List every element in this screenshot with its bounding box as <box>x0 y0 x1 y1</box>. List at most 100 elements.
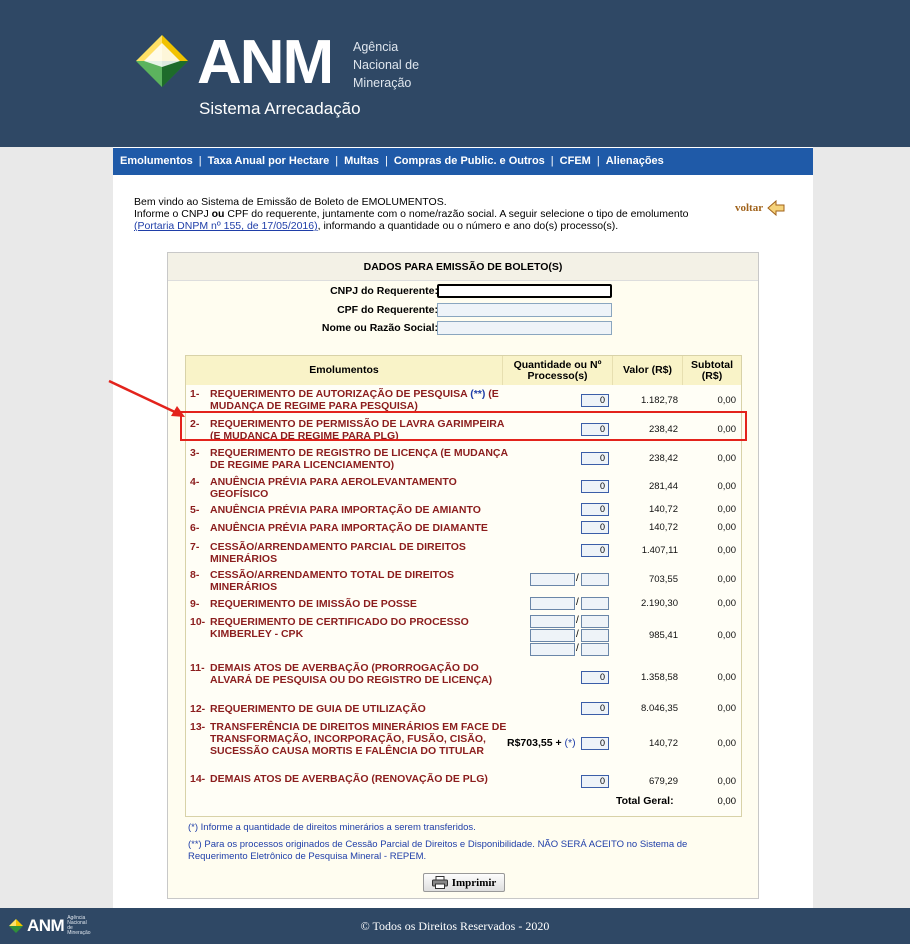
quantity-input[interactable]: 0 <box>581 702 609 715</box>
row-subtotal: 0,00 <box>717 522 737 533</box>
row-description: REQUERIMENTO DE REGISTRO DE LICENÇA (E M… <box>210 447 508 471</box>
row-valor: 281,44 <box>648 481 678 492</box>
nav-item-taxa-anual[interactable]: Taxa Anual por Hectare <box>208 155 330 167</box>
process-year-input[interactable] <box>581 573 609 586</box>
row-subtotal: 0,00 <box>717 453 737 464</box>
tagline-line: Agência <box>353 40 399 54</box>
row-subtotal: 0,00 <box>717 703 737 714</box>
prefix-value: R$703,55 + <box>507 737 565 749</box>
row-valor: 140,72 <box>648 504 678 515</box>
quantity-input[interactable]: 0 <box>581 775 609 788</box>
row-description: DEMAIS ATOS DE AVERBAÇÃO (PRORROGAÇÃO DO… <box>210 662 493 686</box>
row-number: 14- <box>190 773 206 785</box>
row-number: 4- <box>190 476 200 488</box>
quantity-input[interactable]: 0 <box>581 480 609 493</box>
intro-text-part: CPF do requerente, juntamente com o nome… <box>224 208 689 220</box>
cpf-input[interactable] <box>437 303 612 317</box>
row-valor: 1.182,78 <box>641 395 678 406</box>
row-description: ANUÊNCIA PRÉVIA PARA AEROLEVANTAMENTO GE… <box>210 476 457 500</box>
process-year-input[interactable] <box>581 643 609 656</box>
nav-item-cfem[interactable]: CFEM <box>560 155 591 167</box>
red-arrow-icon <box>108 379 185 417</box>
slash-separator: / <box>576 597 579 608</box>
quantity-input[interactable]: 0 <box>581 737 609 750</box>
row-subtotal: 0,00 <box>717 481 737 492</box>
prefix-note: (*) <box>564 737 576 749</box>
nav-item-alienacoes[interactable]: Alienações <box>606 155 664 167</box>
process-number-input[interactable] <box>530 643 575 656</box>
row-description: ANUÊNCIA PRÉVIA PARA IMPORTAÇÃO DE DIAMA… <box>210 522 488 534</box>
tagline-line: Nacional de <box>353 58 420 72</box>
nome-label: Nome ou Razão Social: <box>321 322 438 334</box>
page-header: ANM Agência Nacional de Mineração Sistem… <box>0 0 910 147</box>
row-number: 12- <box>190 703 206 715</box>
row-description: DEMAIS ATOS DE AVERBAÇÃO (RENOVAÇÃO DE P… <box>210 773 488 785</box>
intro-line: Bem vindo ao Sistema de Emissão de Bolet… <box>134 196 447 208</box>
cpf-label: CPF do Requerente: <box>337 304 438 316</box>
row-number: 5- <box>190 504 200 516</box>
table-header: Emolumentos Quantidade ou Nº Processo(s)… <box>186 356 741 385</box>
row-description: TRANSFERÊNCIA DE DIREITOS MINERÁRIOS EM … <box>210 721 507 757</box>
col-quantidade: Quantidade ou Nº Processo(s) <box>502 356 612 385</box>
anm-logo-text: ANM <box>197 28 334 97</box>
slash-separator: / <box>576 629 579 640</box>
row-valor: 140,72 <box>648 522 678 533</box>
process-number-input[interactable] <box>530 597 575 610</box>
intro-text: Bem vindo ao Sistema de Emissão de Bolet… <box>134 196 734 232</box>
process-number-input[interactable] <box>530 615 575 628</box>
row-number: 7- <box>190 541 200 553</box>
voltar-button[interactable]: voltar <box>735 199 785 217</box>
nav-item-emolumentos[interactable]: Emolumentos <box>120 155 193 167</box>
intro-line: (Portaria DNPM nº 155, de 17/05/2016), i… <box>134 220 734 232</box>
row-description: REQUERIMENTO DE GUIA DE UTILIZAÇÃO <box>210 703 426 715</box>
row-number: 13- <box>190 721 206 733</box>
portaria-link[interactable]: (Portaria DNPM nº 155, de 17/05/2016) <box>134 220 318 232</box>
row-number: 11- <box>190 662 205 674</box>
intro-text-part: , informando a quantidade ou o número e … <box>317 220 619 232</box>
boleto-form: DADOS PARA EMISSÃO DE BOLETO(S) CNPJ do … <box>167 252 759 899</box>
row-valor: 1.407,11 <box>641 545 678 556</box>
process-number-input[interactable] <box>530 629 575 642</box>
row-description: REQUERIMENTO DE IMISSÃO DE POSSE <box>210 598 417 610</box>
row-valor: 2.190,30 <box>641 598 678 609</box>
main-nav: Emolumentos | Taxa Anual por Hectare | Multa… <box>113 148 813 175</box>
nome-input[interactable] <box>437 321 612 335</box>
printer-icon <box>431 876 448 889</box>
voltar-label: voltar <box>735 202 764 214</box>
col-valor: Valor (R$) <box>612 356 682 385</box>
row-valor: 679,29 <box>648 776 678 787</box>
logo-tagline: Agência Nacional de Mineração <box>353 38 419 92</box>
row-subtotal: 0,00 <box>717 574 737 585</box>
print-button-label: Imprimir <box>451 876 497 889</box>
quantity-input[interactable]: 0 <box>581 544 609 557</box>
quantity-input[interactable]: 0 <box>581 452 609 465</box>
process-year-input[interactable] <box>581 629 609 642</box>
quantity-input[interactable]: 0 <box>581 394 609 407</box>
print-button[interactable]: Imprimir <box>423 873 505 892</box>
row-desc-text: REQUERIMENTO DE AUTORIZAÇÃO DE PESQUISA <box>210 388 468 400</box>
slash-separator: / <box>576 643 579 654</box>
col-subtotal: Subtotal (R$) <box>682 356 741 385</box>
row-number: 9- <box>190 598 200 610</box>
anm-diamond-logo-icon <box>136 35 188 87</box>
process-number-input[interactable] <box>530 573 575 586</box>
row-subtotal: 0,00 <box>717 545 737 556</box>
row-number: 3- <box>190 447 200 459</box>
row-number: 6- <box>190 522 200 534</box>
quantity-input[interactable]: 0 <box>581 503 609 516</box>
row-description: REQUERIMENTO DE AUTORIZAÇÃO DE PESQUISA … <box>210 388 510 412</box>
cnpj-input[interactable] <box>437 284 612 298</box>
slash-separator: / <box>576 573 579 584</box>
slash-separator: / <box>576 615 579 626</box>
row-valor: 985,41 <box>648 630 678 641</box>
quantity-input[interactable]: 0 <box>581 521 609 534</box>
quantity-input[interactable]: 0 <box>581 671 609 684</box>
copyright-text: © Todos os Direitos Reservados - 2020 <box>360 919 550 933</box>
row-subtotal: 0,00 <box>717 504 737 515</box>
process-year-input[interactable] <box>581 597 609 610</box>
row-description: CESSÃO/ARRENDAMENTO PARCIAL DE DIREITOS … <box>210 541 466 565</box>
process-year-input[interactable] <box>581 615 609 628</box>
nav-item-multas[interactable]: Multas <box>344 155 379 167</box>
row-desc-note: (**) <box>470 388 486 400</box>
nav-item-compras[interactable]: Compras de Public. e Outros <box>394 155 545 167</box>
